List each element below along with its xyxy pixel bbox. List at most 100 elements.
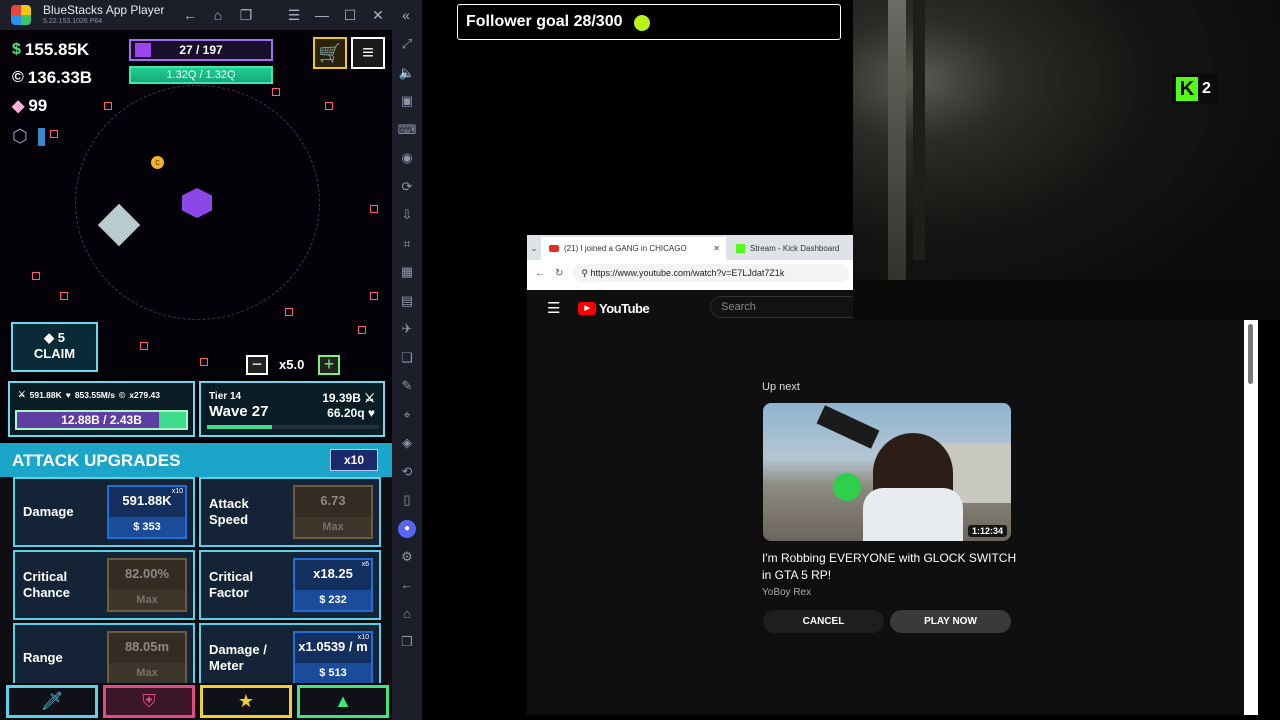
next-video-title[interactable]: I'm Robbing EVERYONE with GLOCK SWITCH i… (762, 550, 1022, 584)
install-apk-icon[interactable]: ⇩ (392, 201, 422, 230)
upgrade-buy-button[interactable]: 82.00% Max (107, 558, 187, 612)
volume-icon[interactable]: 🔈 (392, 59, 422, 88)
next-video-channel[interactable]: YoBoy Rex (762, 587, 811, 598)
claim-gems-value: 5 (57, 330, 65, 345)
settings-icon[interactable]: ⚙ (392, 543, 422, 572)
category-tab[interactable]: ★ (200, 685, 292, 718)
layers-icon[interactable]: ◈ (392, 429, 422, 458)
sidebar-icon[interactable]: ▯ (392, 486, 422, 515)
upgrade-cost: $ 353 (109, 517, 185, 537)
collapse-sidebar-icon[interactable]: « (396, 6, 416, 24)
location-icon[interactable]: ⌖ (392, 401, 422, 430)
category-tab[interactable]: ▲ (297, 685, 389, 718)
airplane-icon[interactable]: ✈ (392, 315, 422, 344)
next-video-thumbnail[interactable]: 1:12:34 (763, 403, 1011, 541)
android-recent-icon[interactable]: ❐ (392, 628, 422, 657)
eco-mode-icon[interactable]: ✎ (392, 372, 422, 401)
browser-reload-icon[interactable]: ↻ (555, 268, 563, 279)
play-now-button[interactable]: PLAY NOW (890, 610, 1011, 633)
bluestacks-title-block: BlueStacks App Player 5.22.153.1026 P64 (43, 4, 164, 26)
cart-icon: 🛒 (318, 43, 342, 63)
close-icon[interactable]: ✕ (368, 6, 388, 24)
upgrade-value: x18.25 (313, 566, 353, 581)
follower-goal-progress-icon (634, 15, 650, 31)
upgrade-name: Critical Factor (209, 569, 254, 600)
keyboard-icon[interactable]: ⌨ (392, 116, 422, 145)
upgrade-buy-button[interactable]: x18.25 $ 232 x6 (293, 558, 373, 612)
upgrade-multiplier-badge: x10 (171, 488, 183, 495)
menu-icon[interactable]: ☰ (284, 6, 304, 24)
address-bar-row: ← ↻ ⚲ https://www.youtube.com/watch?v=E7… (527, 260, 853, 286)
bluestacks-sidebar: ⤢ 🔈 ▣ ⌨ ◉ ⟳ ⇩ ⌗ ▦ ▤ ✈ ❏ ✎ ⌖ ◈ ⟲ ▯ ● ⚙ ← … (392, 30, 422, 720)
gems-value: 99 (28, 96, 48, 115)
upgrade-buy-button[interactable]: x1.0539 / m $ 513 x10 (293, 631, 373, 685)
gem-icon: ◆ (44, 330, 55, 345)
scrollbar-thumb[interactable] (1248, 324, 1253, 384)
tab-close-icon[interactable]: ✕ (713, 244, 720, 253)
youtube-logo[interactable]: ▶ YouTube (578, 301, 650, 316)
shop-button[interactable]: 🛒 (313, 37, 347, 69)
screenshot-icon[interactable]: ⌗ (392, 230, 422, 259)
category-tab[interactable]: ⛨ (103, 685, 195, 718)
tier-label: Tier 14 (209, 391, 242, 402)
kick-viewer-badge: K 2 (1172, 74, 1218, 104)
shield-bar (38, 128, 45, 146)
media-icon[interactable]: ▣ (392, 87, 422, 116)
home-icon[interactable]: ⌂ (208, 6, 228, 24)
shield-status-icon: ⬡ (12, 126, 28, 146)
claim-gems-count: ◆ 5 (13, 330, 96, 346)
discord-icon[interactable]: ● (398, 519, 416, 538)
tab-kick-dashboard[interactable]: Stream - Kick Dashboard (726, 237, 839, 260)
speed-decrease-button[interactable]: − (246, 355, 268, 375)
fullscreen-icon[interactable]: ⤢ (392, 30, 422, 59)
rotate-icon[interactable]: ⟳ (392, 173, 422, 202)
page-scrollbar[interactable] (1244, 320, 1258, 715)
purple-bar-icon (135, 43, 151, 57)
upgrade-value: 6.73 (320, 493, 346, 508)
android-home-icon[interactable]: ⌂ (392, 600, 422, 629)
youtube-search-placeholder: Search (721, 301, 756, 313)
upgrade-card[interactable]: Damage 591.88K $ 353 x10 (13, 477, 195, 547)
upgrade-buy-button[interactable]: 6.73 Max (293, 485, 373, 539)
youtube-search-input[interactable]: Search (710, 296, 853, 318)
game-screen[interactable]: $ 155.85K © 136.33B ◆ 99 ⬡ 27 / 197 1.32… (0, 30, 392, 720)
claim-gems-button[interactable]: ◆ 5 CLAIM (11, 322, 98, 372)
upgrade-card[interactable]: Attack Speed 6.73 Max (199, 477, 381, 547)
macro-icon[interactable]: ▦ (392, 258, 422, 287)
android-back-icon[interactable]: ← (392, 571, 422, 600)
upgrade-name: Attack Speed (209, 496, 249, 527)
maximize-icon[interactable]: ☐ (340, 6, 360, 24)
upgrade-card[interactable]: Critical Chance 82.00% Max (13, 550, 195, 620)
multi-instance-icon[interactable]: ❏ (392, 344, 422, 373)
enemy (200, 358, 208, 366)
purple-bar-value: 27 / 197 (179, 43, 223, 57)
category-tab[interactable]: 🗡 (6, 685, 98, 718)
bluestacks-title: BlueStacks App Player (43, 3, 165, 17)
speed-increase-button[interactable]: + (318, 355, 340, 375)
tower-stats-panel[interactable]: ⚔ 591.88K ♥ 853.55M/s © x279.43 12.88B /… (8, 381, 195, 437)
buy-multiplier-button[interactable]: x10 (330, 449, 378, 471)
game-menu-button[interactable]: ≡ (351, 37, 385, 69)
upgrade-card[interactable]: Critical Factor x18.25 $ 232 x6 (199, 550, 381, 620)
upgrade-buy-button[interactable]: 88.05m Max (107, 631, 187, 685)
address-bar[interactable]: ⚲ https://www.youtube.com/watch?v=E7LJda… (573, 264, 849, 282)
site-info-icon[interactable]: ⚲ (581, 268, 588, 278)
kick-logo-icon: K (1176, 77, 1198, 101)
tab-youtube[interactable]: (21) I joined a GANG in CHICAGO ✕ (541, 237, 726, 260)
upgrade-buy-button[interactable]: 591.88K $ 353 x10 (107, 485, 187, 539)
browser-tabs: ⌄ (21) I joined a GANG in CHICAGO ✕ Stre… (527, 235, 853, 260)
back-icon[interactable]: ← (180, 6, 200, 24)
youtube-logo-text: YouTube (599, 301, 650, 316)
upgrade-cost: $ 513 (295, 663, 371, 683)
youtube-menu-icon[interactable]: ☰ (547, 299, 560, 317)
video-duration: 1:12:34 (967, 525, 1007, 537)
record-icon[interactable]: ◉ (392, 144, 422, 173)
tab-search-icon[interactable]: ⌄ (527, 237, 541, 260)
sync-icon[interactable]: ⟲ (392, 458, 422, 487)
folder-icon[interactable]: ▤ (392, 287, 422, 316)
browser-back-icon[interactable]: ← (535, 268, 545, 279)
cancel-autoplay-button[interactable]: CANCEL (763, 610, 884, 633)
minimize-icon[interactable]: — (312, 6, 332, 24)
health-bar-value: 1.32Q / 1.32Q (166, 69, 236, 81)
recent-apps-icon[interactable]: ❐ (236, 6, 256, 24)
